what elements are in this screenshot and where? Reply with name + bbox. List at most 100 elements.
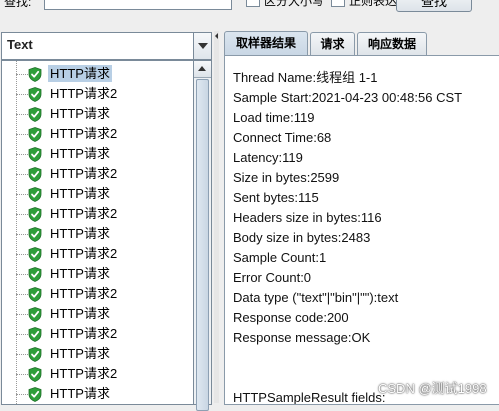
tree-item[interactable]: HTTP请求2 — [2, 164, 194, 184]
result-line: Sample Start:2021-04-23 00:48:56 CST — [233, 90, 463, 105]
result-line: Thread Name:线程组 1-1 — [233, 70, 378, 85]
regex-checkbox[interactable] — [331, 0, 345, 7]
search-bar: 查找: 区分大小写 正则表达式 查找 — [0, 0, 499, 28]
chevron-down-icon — [198, 43, 208, 49]
tree-connector — [16, 174, 28, 175]
tree-item[interactable]: HTTP请求 — [2, 144, 194, 164]
success-shield-icon — [28, 187, 42, 202]
success-shield-icon — [28, 107, 42, 122]
tree-item[interactable]: HTTP请求 — [2, 304, 194, 324]
tree-connector — [16, 394, 28, 395]
tree-connector — [16, 194, 28, 195]
tree-item-label: HTTP请求 — [48, 65, 112, 82]
tree-item[interactable]: HTTP请求 — [2, 104, 194, 124]
success-shield-icon — [28, 287, 42, 302]
result-line: Response code:200 — [233, 310, 349, 325]
result-line: Sample Count:1 — [233, 250, 327, 265]
success-shield-icon — [28, 147, 42, 162]
arrow-up-icon — [198, 66, 206, 71]
result-line: Error Count:0 — [233, 270, 312, 285]
tree-scrollbar[interactable] — [193, 60, 212, 411]
result-line: Data type ("text"|"bin"|""):text — [233, 290, 399, 305]
success-shield-icon — [28, 67, 42, 82]
success-shield-icon — [28, 387, 42, 402]
tree-item[interactable]: HTTP请求2 — [2, 364, 194, 384]
success-shield-icon — [28, 127, 42, 142]
tree-item[interactable]: HTTP请求2 — [2, 204, 194, 224]
tree-item[interactable]: HTTP请求 — [2, 264, 194, 284]
result-line: Headers size in bytes:116 — [233, 210, 382, 225]
tree-item-label: HTTP请求2 — [50, 366, 118, 381]
result-line: Response message:OK — [233, 330, 371, 345]
tree-item-label: HTTP请求2 — [50, 246, 118, 261]
tree-item[interactable]: HTTP请求 — [2, 344, 194, 364]
success-shield-icon — [28, 207, 42, 222]
tree-item[interactable]: HTTP请求2 — [2, 284, 194, 304]
success-shield-icon — [28, 367, 42, 382]
tree-item[interactable]: HTTP请求 — [2, 224, 194, 244]
tree-connector — [16, 74, 28, 75]
success-shield-icon — [28, 227, 42, 242]
results-tree-pane: Text HTTP请求 HTTP请求2 HTTP请求 HTTP请求2 HTTP请求 HTT… — [0, 31, 212, 411]
success-shield-icon — [28, 247, 42, 262]
tree-item-label: HTTP请求2 — [50, 206, 118, 221]
tree-connector — [16, 334, 28, 335]
tree-connector — [16, 114, 28, 115]
result-pane: 取样器结果 请求 响应数据 Thread Name:线程组 1-1 Sample … — [221, 31, 499, 405]
tree-item-label: HTTP请求 — [50, 106, 110, 121]
tree-item[interactable]: HTTP请求 — [2, 384, 194, 404]
tab-sampler-result[interactable]: 取样器结果 — [224, 31, 308, 56]
result-line: Body size in bytes:2483 — [233, 230, 371, 245]
success-shield-icon — [28, 307, 42, 322]
tree-connector — [16, 234, 28, 235]
tree-item[interactable]: HTTP请求 — [2, 64, 194, 84]
renderer-combo[interactable]: Text — [1, 32, 212, 60]
tree-item-label: HTTP请求 — [50, 226, 110, 241]
tree-item-label: HTTP请求2 — [50, 126, 118, 141]
success-shield-icon — [28, 167, 42, 182]
success-shield-icon — [28, 327, 42, 342]
result-line: Sent bytes:115 — [233, 190, 319, 205]
tab-response-data[interactable]: 响应数据 — [357, 32, 427, 55]
tree-item-label: HTTP请求 — [50, 386, 110, 401]
split-pane-divider[interactable] — [214, 31, 219, 403]
tree-item-label: HTTP请求2 — [50, 166, 118, 181]
tree-item-label: HTTP请求 — [50, 146, 110, 161]
tree-connector — [16, 154, 28, 155]
tree-item[interactable]: HTTP请求2 — [2, 124, 194, 144]
scrollbar-thumb[interactable] — [196, 79, 209, 411]
tree-item[interactable]: HTTP请求2 — [2, 244, 194, 264]
success-shield-icon — [28, 347, 42, 362]
tree-connector — [16, 294, 28, 295]
tree-connector — [16, 374, 28, 375]
case-sensitive-label: 区分大小写 — [264, 0, 325, 8]
tree-connector — [16, 134, 28, 135]
tree-connector — [16, 354, 28, 355]
tree-item[interactable]: HTTP请求 — [2, 184, 194, 204]
tree-item-label: HTTP请求2 — [50, 286, 118, 301]
search-label: 查找: — [4, 0, 32, 9]
tree-item-label: HTTP请求 — [50, 186, 110, 201]
tree-item[interactable]: HTTP请求2 — [2, 84, 194, 104]
watermark: CSDN @测试1998 — [378, 381, 487, 396]
combo-dropdown-button[interactable] — [193, 33, 211, 59]
case-sensitive-checkbox[interactable] — [246, 0, 260, 7]
success-shield-icon — [28, 267, 42, 282]
search-button[interactable]: 查找 — [396, 0, 472, 12]
tree-connector — [16, 274, 28, 275]
success-shield-icon — [28, 87, 42, 102]
result-line: Latency:119 — [233, 150, 303, 165]
tree-item-label: HTTP请求2 — [50, 86, 118, 101]
result-line: Load time:119 — [233, 110, 315, 125]
result-line: HTTPSampleResult fields: — [233, 390, 386, 405]
tab-request[interactable]: 请求 — [310, 32, 355, 55]
tree-item[interactable]: HTTP请求2 — [2, 324, 194, 344]
search-input[interactable] — [44, 0, 232, 10]
scroll-up-button[interactable] — [194, 61, 211, 78]
collapse-left-icon[interactable] — [215, 33, 218, 39]
sampler-result-text: Thread Name:线程组 1-1 Sample Start:2021-04-… — [224, 55, 499, 405]
tree-item-label: HTTP请求 — [50, 266, 110, 281]
renderer-combo-value: Text — [7, 37, 33, 52]
tree-item-label: HTTP请求 — [50, 306, 110, 321]
tree-connector — [16, 254, 28, 255]
